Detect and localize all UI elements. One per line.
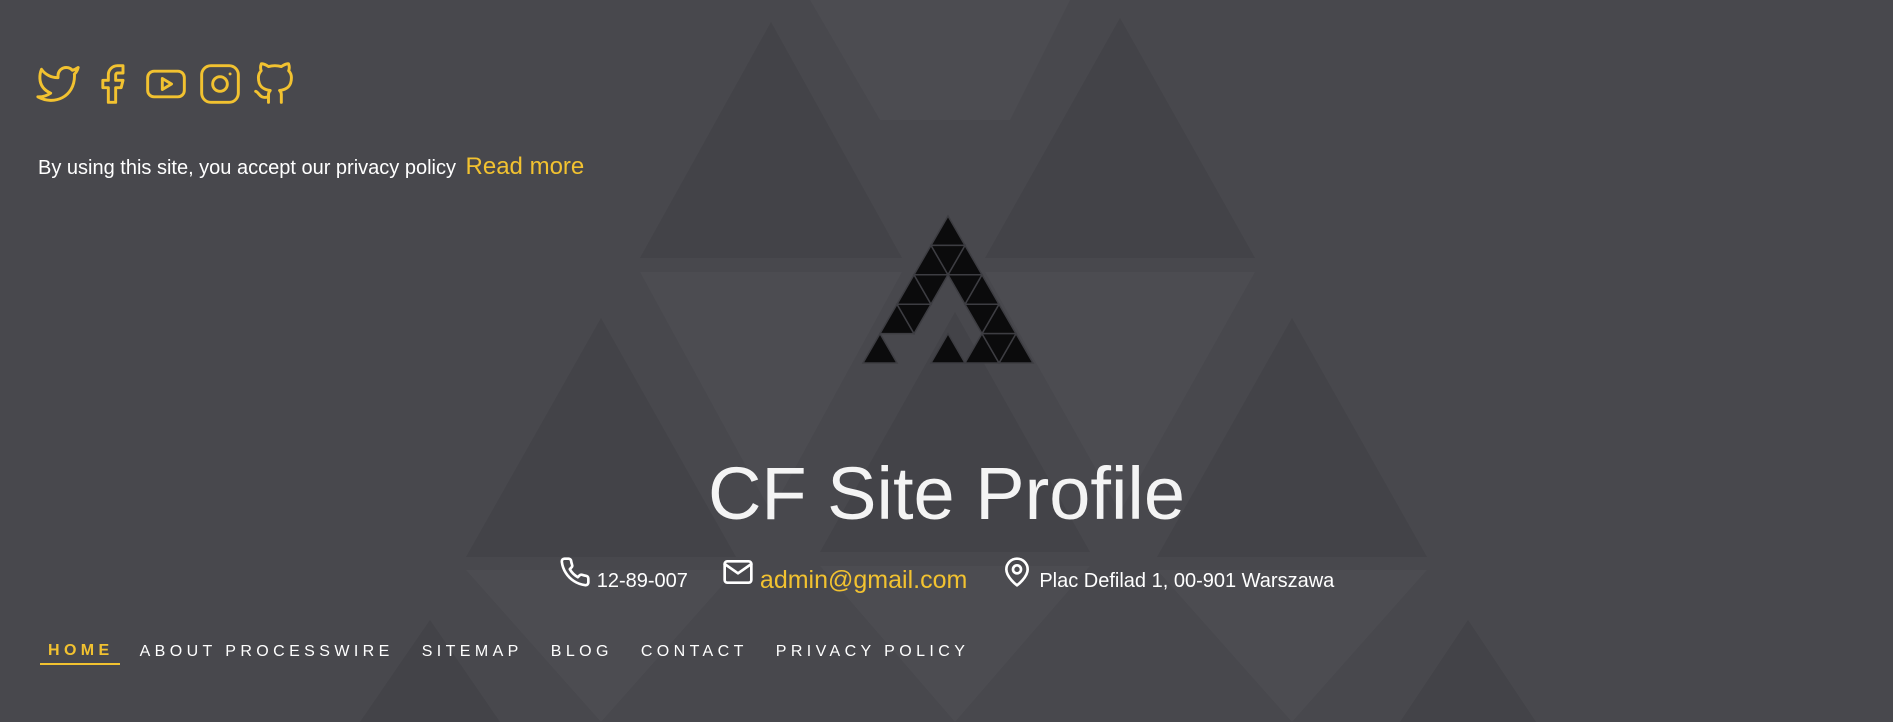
mail-icon — [723, 559, 753, 584]
youtube-link[interactable] — [144, 62, 188, 106]
twitter-link[interactable] — [36, 62, 80, 106]
privacy-notice: By using this site, you accept our priva… — [38, 153, 584, 181]
read-more-link[interactable]: Read more — [466, 153, 585, 180]
facebook-icon — [101, 64, 125, 104]
instagram-icon — [200, 64, 240, 104]
facebook-link[interactable] — [90, 62, 134, 106]
phone-icon — [560, 556, 590, 587]
nav-item-sitemap[interactable]: SITEMAP — [422, 641, 523, 664]
site-title[interactable]: CF Site Profile — [0, 452, 1893, 536]
contact-info: 12-89-007 admin@gmail.com Plac Defilad 1… — [0, 556, 1893, 595]
github-icon — [254, 62, 293, 104]
email-link[interactable]: admin@gmail.com — [760, 566, 967, 595]
main-navigation: HOME ABOUT PROCESSWIRE SITEMAP BLOG CONT… — [40, 640, 969, 665]
privacy-notice-text: By using this site, you accept our priva… — [38, 157, 456, 179]
address-text: Plac Defilad 1, 00-901 Warszawa — [1039, 570, 1335, 592]
page: By using this site, you accept our priva… — [0, 0, 1893, 722]
site-logo[interactable] — [846, 212, 1050, 392]
phone-contact: 12-89-007 — [559, 556, 688, 593]
nav-item-privacy-policy[interactable]: PRIVACY POLICY — [776, 641, 970, 664]
instagram-link[interactable] — [198, 62, 242, 106]
nav-item-about-processwire[interactable]: ABOUT PROCESSWIRE — [140, 641, 394, 664]
phone-number: 12-89-007 — [596, 570, 688, 592]
twitter-icon — [36, 66, 80, 102]
social-links — [36, 62, 296, 106]
youtube-icon — [146, 69, 186, 99]
nav-item-home[interactable]: HOME — [40, 640, 120, 665]
email-contact: admin@gmail.com — [722, 556, 967, 595]
nav-item-contact[interactable]: CONTACT — [641, 641, 748, 664]
nav-item-blog[interactable]: BLOG — [551, 641, 613, 664]
github-link[interactable] — [252, 62, 296, 106]
map-pin-icon — [1005, 556, 1030, 587]
address-contact: Plac Defilad 1, 00-901 Warszawa — [1001, 556, 1335, 593]
